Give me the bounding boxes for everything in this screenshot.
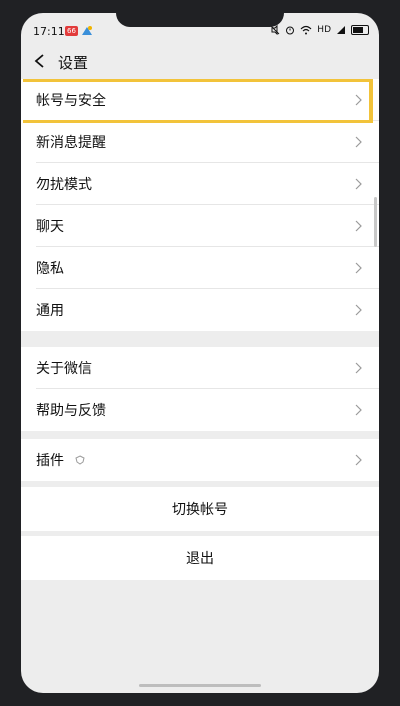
signal-icon xyxy=(337,26,345,34)
chevron-right-icon xyxy=(355,262,362,274)
plugin-shield-icon xyxy=(75,455,85,465)
settings-item-label: 帮助与反馈 xyxy=(36,403,106,419)
settings-group-about: 关于微信 帮助与反馈 xyxy=(21,347,379,431)
back-arrow-icon[interactable] xyxy=(33,53,47,69)
settings-group-plugins: 插件 xyxy=(21,439,379,481)
notification-badge: 66 xyxy=(65,26,78,36)
switch-account-button[interactable]: 切换帐号 xyxy=(21,487,379,531)
settings-item-plugins[interactable]: 插件 xyxy=(21,439,379,481)
camera-notch xyxy=(116,13,284,27)
page-title: 设置 xyxy=(58,54,89,72)
settings-item-label: 聊天 xyxy=(36,219,64,235)
settings-item-label: 新消息提醒 xyxy=(36,135,106,151)
status-time: 17:11 xyxy=(33,25,65,38)
settings-item-about[interactable]: 关于微信 xyxy=(21,347,379,389)
settings-item-general[interactable]: 通用 xyxy=(21,289,379,331)
settings-item-label: 关于微信 xyxy=(36,361,92,377)
battery-icon xyxy=(351,25,369,35)
chevron-right-icon xyxy=(355,404,362,416)
nav-bar: 设置 xyxy=(21,43,379,79)
logout-button[interactable]: 退出 xyxy=(21,536,379,580)
settings-item-privacy[interactable]: 隐私 xyxy=(21,247,379,289)
settings-item-chat[interactable]: 聊天 xyxy=(21,205,379,247)
chevron-right-icon xyxy=(355,304,362,316)
chevron-right-icon xyxy=(355,94,362,106)
phone-frame: 17:11 66 HD 设置 帐号与安全 新消息提醒 勿扰模式 聊天 隐私 通用… xyxy=(0,0,400,706)
status-right: HD xyxy=(270,25,369,35)
chevron-right-icon xyxy=(355,220,362,232)
settings-group-main: 帐号与安全 新消息提醒 勿扰模式 聊天 隐私 通用 xyxy=(21,79,379,331)
alarm-icon xyxy=(286,26,295,35)
app-notification-icon xyxy=(82,26,92,35)
settings-item-new-message[interactable]: 新消息提醒 xyxy=(21,121,379,163)
network-type: HD xyxy=(317,25,331,35)
settings-item-label: 帐号与安全 xyxy=(36,93,106,109)
settings-item-account-security[interactable]: 帐号与安全 xyxy=(21,79,379,121)
screen: 17:11 66 HD 设置 帐号与安全 新消息提醒 勿扰模式 聊天 隐私 通用… xyxy=(21,13,379,693)
home-indicator[interactable] xyxy=(139,684,261,687)
scrollbar-thumb[interactable] xyxy=(374,197,377,247)
chevron-right-icon xyxy=(355,178,362,190)
settings-item-label: 插件 xyxy=(36,453,64,469)
settings-item-label: 通用 xyxy=(36,303,64,319)
wifi-icon xyxy=(300,25,312,35)
settings-item-do-not-disturb[interactable]: 勿扰模式 xyxy=(21,163,379,205)
chevron-right-icon xyxy=(355,362,362,374)
chevron-right-icon xyxy=(355,136,362,148)
settings-item-help-feedback[interactable]: 帮助与反馈 xyxy=(21,389,379,431)
settings-item-label: 勿扰模式 xyxy=(36,177,92,193)
chevron-right-icon xyxy=(355,454,362,466)
settings-item-label: 隐私 xyxy=(36,261,64,277)
